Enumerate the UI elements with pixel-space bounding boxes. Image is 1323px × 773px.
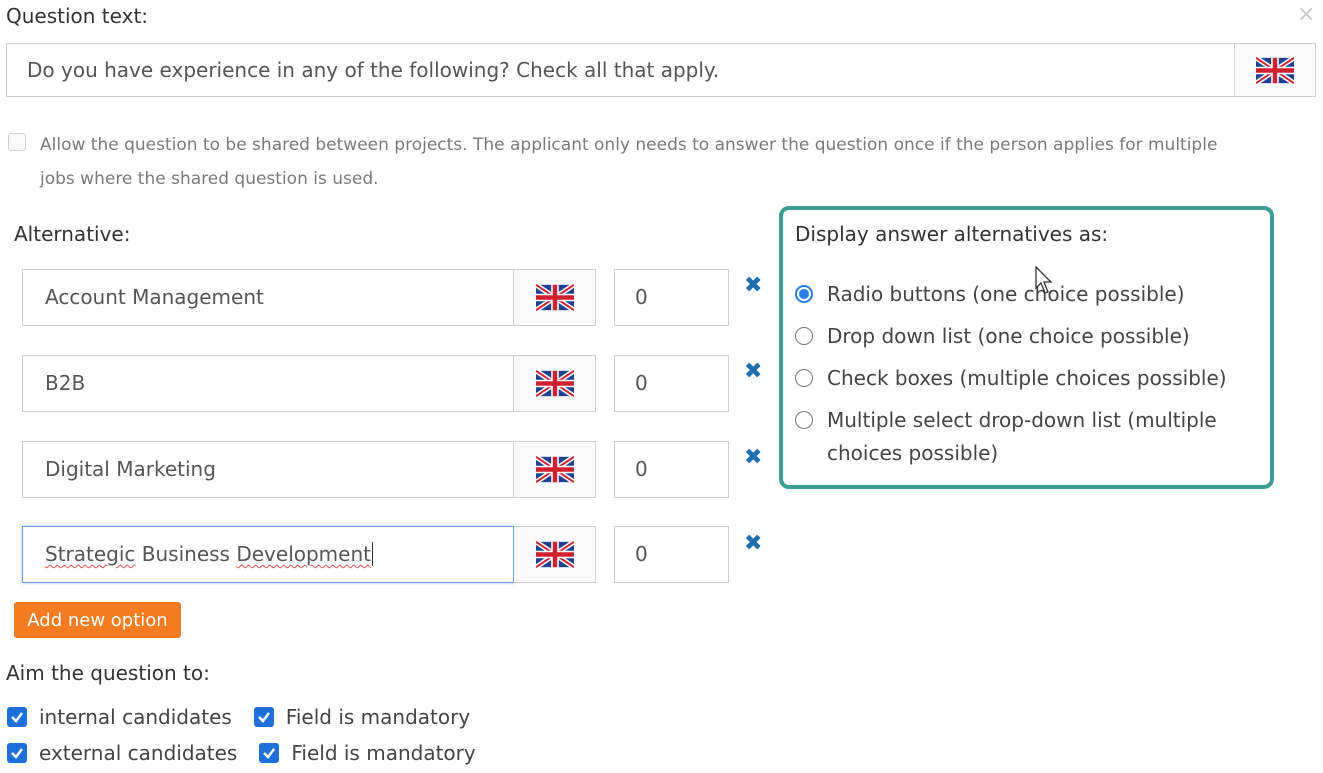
display-option-label: Drop down list (one choice possible): [827, 324, 1190, 348]
delete-alternative-icon[interactable]: ✖: [744, 359, 762, 384]
radio-button[interactable]: [795, 327, 813, 345]
delete-alternative-icon[interactable]: ✖: [744, 445, 762, 470]
alternative-row: Digital Marketing 0: [22, 441, 730, 498]
question-text-label: Question text:: [6, 4, 149, 28]
radio-button[interactable]: [795, 369, 813, 387]
alternative-language-button[interactable]: [514, 441, 596, 498]
display-options-title: Display answer alternatives as:: [795, 222, 1109, 246]
alternative-score-input[interactable]: 0: [614, 355, 729, 412]
internal-mandatory-label: Field is mandatory: [285, 705, 471, 729]
internal-candidates-label: internal candidates: [39, 705, 232, 729]
checkmark-icon: [11, 712, 23, 723]
internal-candidates-checkbox[interactable]: [7, 707, 27, 727]
alternative-score-input[interactable]: 0: [614, 441, 729, 498]
aim-row-external: external candidates Field is mandatory: [7, 741, 476, 765]
external-mandatory-checkbox[interactable]: [259, 743, 280, 763]
alternative-row: B2B 0: [22, 355, 730, 412]
close-icon[interactable]: ×: [1297, 2, 1315, 27]
alternative-language-button[interactable]: [514, 355, 596, 412]
question-language-button[interactable]: [1234, 44, 1315, 96]
alternative-language-button[interactable]: [514, 269, 596, 326]
question-text-field[interactable]: Do you have experience in any of the fol…: [6, 43, 1316, 97]
alternative-text-input[interactable]: Strategic Business Development: [22, 526, 514, 583]
alternative-score-input[interactable]: 0: [614, 269, 729, 326]
uk-flag-icon: [536, 541, 574, 568]
aim-row-internal: internal candidates Field is mandatory: [7, 705, 470, 729]
alternative-row: Account Management 0: [22, 269, 730, 326]
alternative-row: Strategic Business Development 0: [22, 526, 730, 583]
display-option-radio-buttons[interactable]: Radio buttons (one choice possible): [795, 278, 1265, 311]
uk-flag-icon: [536, 456, 574, 483]
alternative-language-button[interactable]: [514, 526, 596, 583]
alternative-text-part: Business: [135, 542, 237, 566]
display-option-check-boxes[interactable]: Check boxes (multiple choices possible): [795, 362, 1265, 395]
delete-alternative-icon[interactable]: ✖: [744, 273, 762, 298]
uk-flag-icon: [536, 284, 574, 311]
delete-alternative-icon[interactable]: ✖: [744, 531, 762, 556]
radio-button-selected[interactable]: [795, 285, 813, 303]
display-option-label: Radio buttons (one choice possible): [827, 282, 1185, 306]
display-option-drop-down[interactable]: Drop down list (one choice possible): [795, 320, 1265, 353]
mouse-cursor-icon: [1035, 266, 1053, 294]
alternative-text-input[interactable]: Digital Marketing: [22, 441, 514, 498]
checkmark-icon: [11, 748, 23, 759]
add-new-option-button[interactable]: Add new option: [14, 602, 181, 638]
display-option-label: Check boxes (multiple choices possible): [827, 366, 1227, 390]
share-text-line1: Allow the question to be shared between …: [40, 135, 1218, 155]
checkmark-icon: [257, 712, 270, 723]
radio-button[interactable]: [795, 411, 813, 429]
uk-flag-icon: [1256, 57, 1294, 84]
internal-mandatory-checkbox[interactable]: [253, 707, 274, 727]
aim-question-label: Aim the question to:: [6, 661, 210, 685]
display-option-multi-select[interactable]: Multiple select drop-down list (multiple…: [795, 404, 1265, 470]
display-options-panel: Display answer alternatives as: Radio bu…: [779, 206, 1274, 489]
external-mandatory-label: Field is mandatory: [291, 741, 476, 765]
display-option-label-line1: Multiple select drop-down list (multiple: [827, 408, 1217, 432]
alternative-text-part: Strategic: [45, 542, 136, 566]
display-option-label: Multiple select drop-down list (multiple…: [827, 404, 1217, 470]
alternative-text-input[interactable]: Account Management: [22, 269, 514, 326]
checkmark-icon: [263, 748, 276, 759]
share-text-line2: jobs where the shared question is used.: [40, 169, 379, 189]
alternative-label: Alternative:: [14, 222, 131, 246]
alternative-text-part: Development: [236, 542, 371, 566]
share-question-text: Allow the question to be shared between …: [40, 128, 1217, 196]
text-caret: [371, 542, 373, 566]
display-option-label-line2: choices possible): [827, 441, 999, 465]
external-candidates-checkbox[interactable]: [7, 743, 27, 763]
external-candidates-label: external candidates: [39, 741, 238, 765]
alternative-text-input[interactable]: B2B: [22, 355, 514, 412]
question-text-input[interactable]: Do you have experience in any of the fol…: [7, 44, 1234, 96]
alternative-score-input[interactable]: 0: [614, 526, 729, 583]
share-question-checkbox[interactable]: [8, 133, 26, 151]
share-question-row: Allow the question to be shared between …: [8, 128, 1318, 196]
uk-flag-icon: [536, 370, 574, 397]
